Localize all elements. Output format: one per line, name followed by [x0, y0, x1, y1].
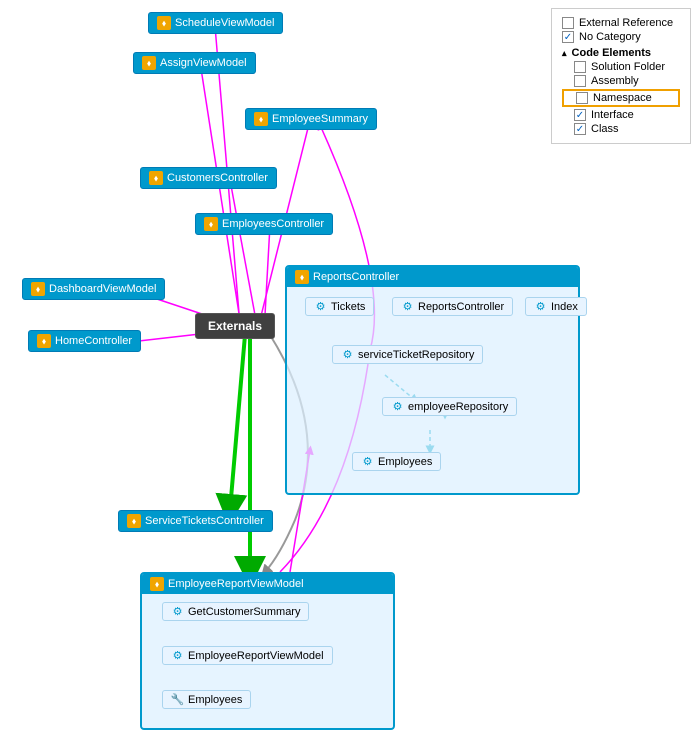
legend-item-solution-folder: Solution Folder	[562, 61, 680, 73]
class-icon: ⬧	[127, 514, 141, 528]
item-tickets[interactable]: ⚙ Tickets	[305, 297, 374, 316]
node-employees-controller[interactable]: ⬧ EmployeesController	[195, 213, 333, 235]
node-label: ScheduleViewModel	[175, 17, 274, 29]
node-label: EmployeesController	[222, 218, 324, 230]
gear-icon: ⚙	[534, 300, 547, 313]
node-label: AssignViewModel	[160, 57, 247, 69]
class-icon: ⬧	[31, 282, 45, 296]
legend-checkbox-assembly[interactable]	[574, 75, 586, 87]
legend-checkbox-namespace[interactable]	[576, 92, 588, 104]
diagram-container: ⬧ ScheduleViewModel ⬧ AssignViewModel ⬧ …	[0, 0, 699, 740]
node-dashboard-viewmodel[interactable]: ⬧ DashboardViewModel	[22, 278, 165, 300]
legend-panel: External Reference ✓ No Category ▴ Code …	[551, 8, 691, 144]
node-label: EmployeeSummary	[272, 113, 368, 125]
node-home-controller[interactable]: ⬧ HomeController	[28, 330, 141, 352]
legend-item-class: ✓ Class	[562, 123, 680, 135]
node-label: HomeController	[55, 335, 132, 347]
legend-checkbox-solution-folder[interactable]	[574, 61, 586, 73]
class-icon: ⬧	[150, 577, 164, 591]
gear-icon: ⚙	[341, 348, 354, 361]
legend-checkbox-class[interactable]: ✓	[574, 123, 586, 135]
legend-item-namespace: Namespace	[562, 89, 680, 107]
legend-checkbox-interface[interactable]: ✓	[574, 109, 586, 121]
legend-checkbox-no-category[interactable]: ✓	[562, 31, 574, 43]
node-schedule-viewmodel[interactable]: ⬧ ScheduleViewModel	[148, 12, 283, 34]
gear-icon: ⚙	[171, 605, 184, 618]
node-assign-viewmodel[interactable]: ⬧ AssignViewModel	[133, 52, 256, 74]
item-employee-report-viewmodel[interactable]: ⚙ EmployeeReportViewModel	[162, 646, 333, 665]
node-service-tickets-controller[interactable]: ⬧ ServiceTicketsController	[118, 510, 273, 532]
legend-item-interface: ✓ Interface	[562, 109, 680, 121]
item-employee-repository[interactable]: ⚙ employeeRepository	[382, 397, 517, 416]
container-reports-controller: ⬧ ReportsController ⚙ Tickets ⚙ ReportsC…	[285, 265, 580, 495]
gear-icon: ⚙	[314, 300, 327, 313]
gear-icon: ⚙	[401, 300, 414, 313]
legend-checkbox-external[interactable]	[562, 17, 574, 29]
class-icon: ⬧	[295, 270, 309, 284]
item-get-customer-summary[interactable]: ⚙ GetCustomerSummary	[162, 602, 309, 621]
collapse-icon[interactable]: ▴	[562, 48, 567, 59]
node-label: CustomersController	[167, 172, 268, 184]
node-label: DashboardViewModel	[49, 283, 156, 295]
gear-icon: ⚙	[361, 455, 374, 468]
class-icon: ⬧	[149, 171, 163, 185]
container-employee-report-viewmodel: ⬧ EmployeeReportViewModel ⚙ GetCustomerS…	[140, 572, 395, 730]
class-icon: ⬧	[37, 334, 51, 348]
item-service-ticket-repository[interactable]: ⚙ serviceTicketRepository	[332, 345, 483, 364]
node-customers-controller[interactable]: ⬧ CustomersController	[140, 167, 277, 189]
legend-item-external: External Reference	[562, 17, 680, 29]
item-reports-controller[interactable]: ⚙ ReportsController	[392, 297, 513, 316]
item-employees-reports[interactable]: ⚙ Employees	[352, 452, 441, 471]
class-icon: ⬧	[142, 56, 156, 70]
node-label: ServiceTicketsController	[145, 515, 264, 527]
container-title-employee-report: ⬧ EmployeeReportViewModel	[142, 574, 393, 594]
node-employee-summary[interactable]: ⬧ EmployeeSummary	[245, 108, 377, 130]
wrench-icon: 🔧	[171, 693, 184, 706]
legend-item-assembly: Assembly	[562, 75, 680, 87]
item-employees-bottom[interactable]: 🔧 Employees	[162, 690, 251, 709]
item-index[interactable]: ⚙ Index	[525, 297, 587, 316]
class-icon: ⬧	[204, 217, 218, 231]
gear-icon: ⚙	[171, 649, 184, 662]
container-title-reports: ⬧ ReportsController	[287, 267, 578, 287]
class-icon: ⬧	[157, 16, 171, 30]
class-icon: ⬧	[254, 112, 268, 126]
node-externals[interactable]: Externals	[195, 313, 275, 339]
node-label: Externals	[208, 319, 262, 333]
legend-item-no-category: ✓ No Category	[562, 31, 680, 43]
legend-section-code-elements: ▴ Code Elements	[562, 47, 680, 59]
gear-icon: ⚙	[391, 400, 404, 413]
